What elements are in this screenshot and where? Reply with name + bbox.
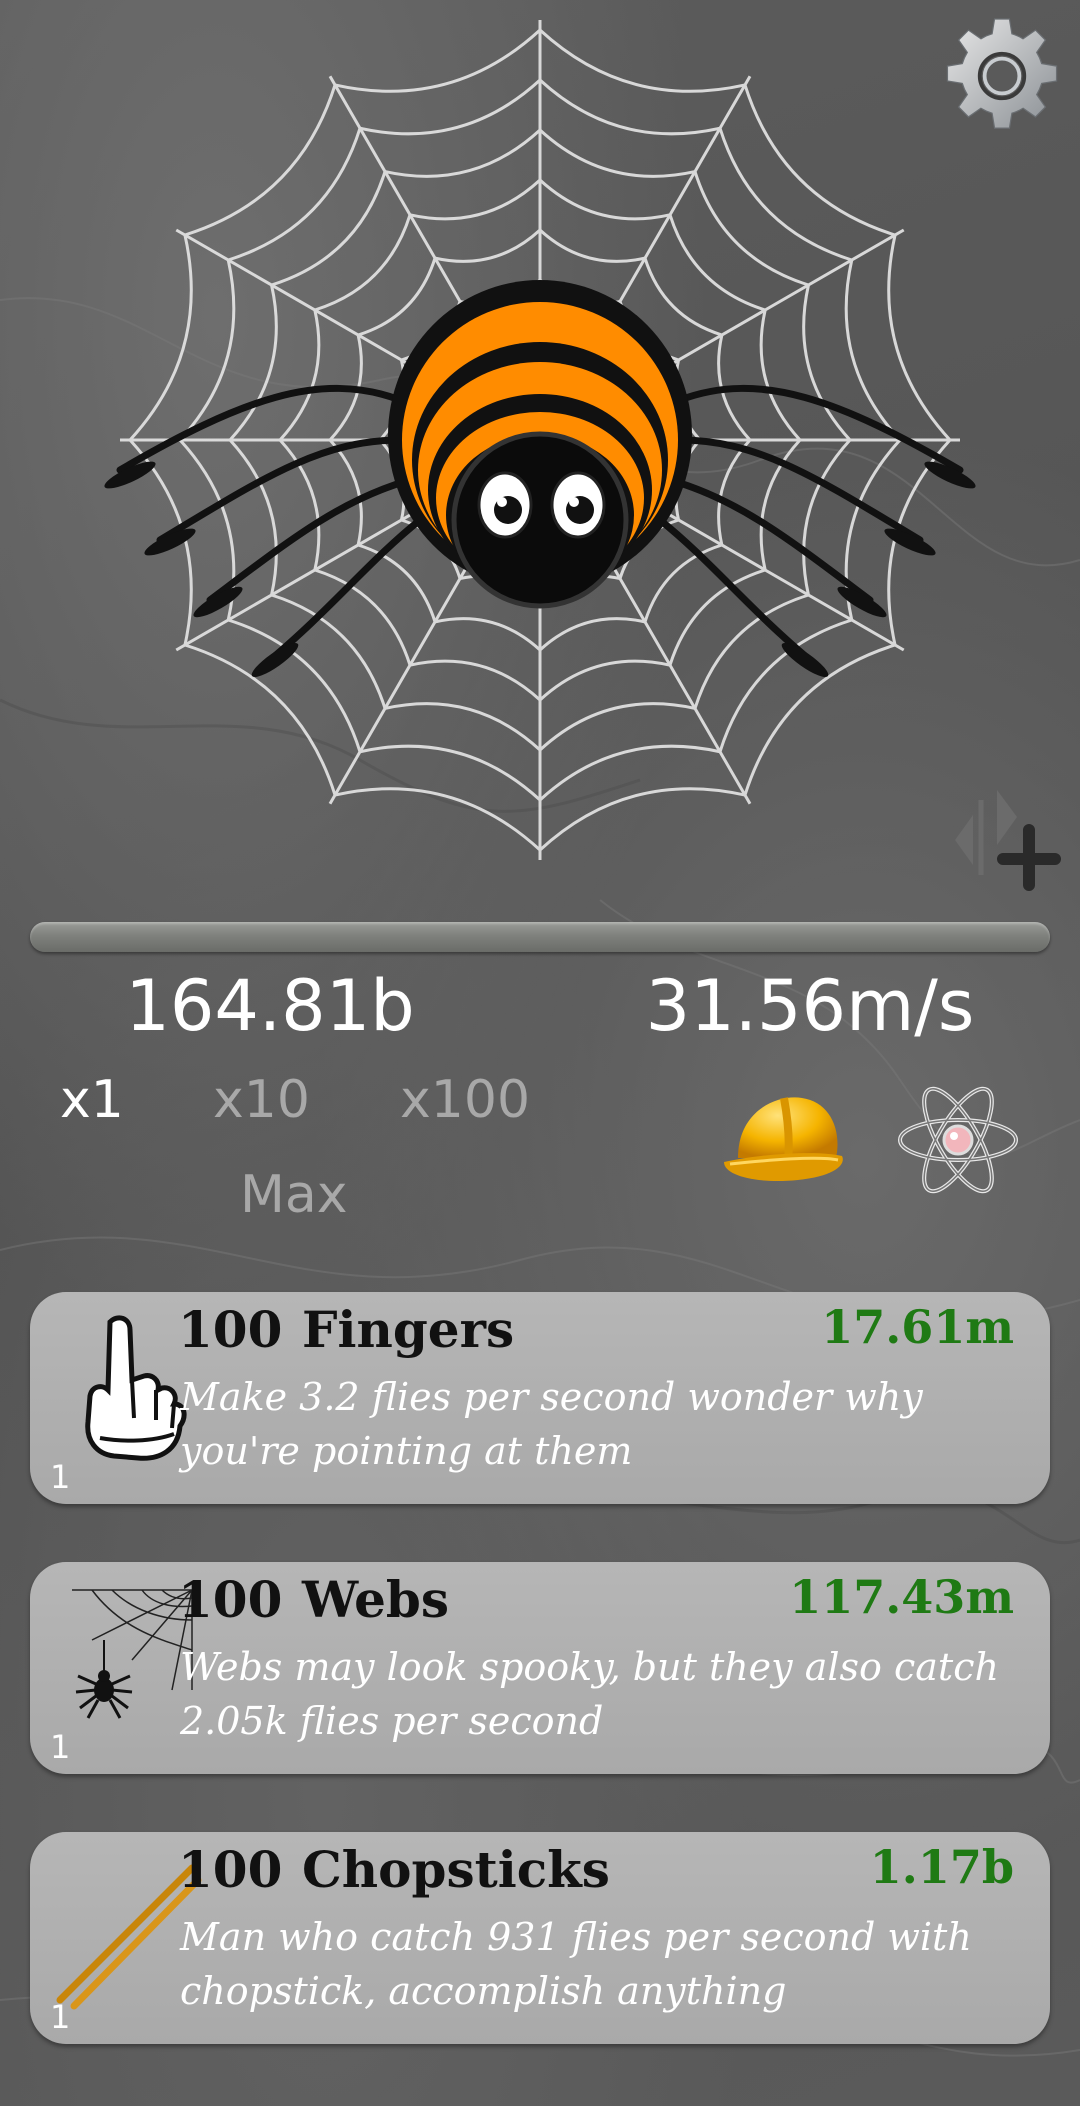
upgrade-description: Man who catch 931 flies per second with … bbox=[180, 1915, 972, 2013]
upgrade-quantity: 100 bbox=[178, 1570, 283, 1629]
upgrade-card-webs[interactable]: 100 Webs 117.43m Webs may look spooky, b… bbox=[30, 1562, 1050, 1774]
upgrade-level: 1 bbox=[50, 1728, 71, 1766]
multiplier-x10-button[interactable]: x10 bbox=[213, 1070, 310, 1130]
upgrade-cost: 117.43m bbox=[789, 1570, 1014, 1624]
upgrade-quantity: 100 bbox=[178, 1840, 283, 1899]
multiplier-max-button[interactable]: Max bbox=[240, 1165, 348, 1225]
atom-icon[interactable] bbox=[893, 1080, 1023, 1200]
upgrade-level: 1 bbox=[50, 1458, 71, 1496]
upgrade-card-chopsticks[interactable]: 100 Chopsticks 1.17b Man who catch 931 f… bbox=[30, 1832, 1050, 2044]
upgrade-cost: 1.17b bbox=[869, 1840, 1014, 1894]
flies-rate: 31.56m/s bbox=[645, 965, 975, 1047]
swap-add-icon[interactable] bbox=[945, 775, 1065, 895]
upgrade-description: Webs may look spooky, but they also catc… bbox=[180, 1645, 999, 1743]
spider-on-web[interactable] bbox=[100, 20, 980, 900]
upgrade-card-fingers[interactable]: 100 Fingers 17.61m Make 3.2 flies per se… bbox=[30, 1292, 1050, 1504]
upgrade-description: Make 3.2 flies per second wonder why you… bbox=[180, 1375, 923, 1473]
helmet-icon[interactable] bbox=[718, 1080, 848, 1200]
multiplier-x1-button[interactable]: x1 bbox=[60, 1070, 124, 1130]
upgrade-quantity: 100 bbox=[178, 1300, 283, 1359]
upgrade-name: Fingers bbox=[302, 1300, 515, 1359]
upgrade-level: 1 bbox=[50, 1998, 71, 2036]
upgrade-name: Webs bbox=[302, 1570, 449, 1629]
flies-count: 164.81b bbox=[125, 965, 415, 1047]
multiplier-x100-button[interactable]: x100 bbox=[400, 1070, 530, 1130]
progress-bar bbox=[30, 922, 1050, 952]
upgrade-name: Chopsticks bbox=[302, 1840, 610, 1899]
spider-body bbox=[388, 280, 692, 609]
upgrade-cost: 17.61m bbox=[821, 1300, 1014, 1354]
